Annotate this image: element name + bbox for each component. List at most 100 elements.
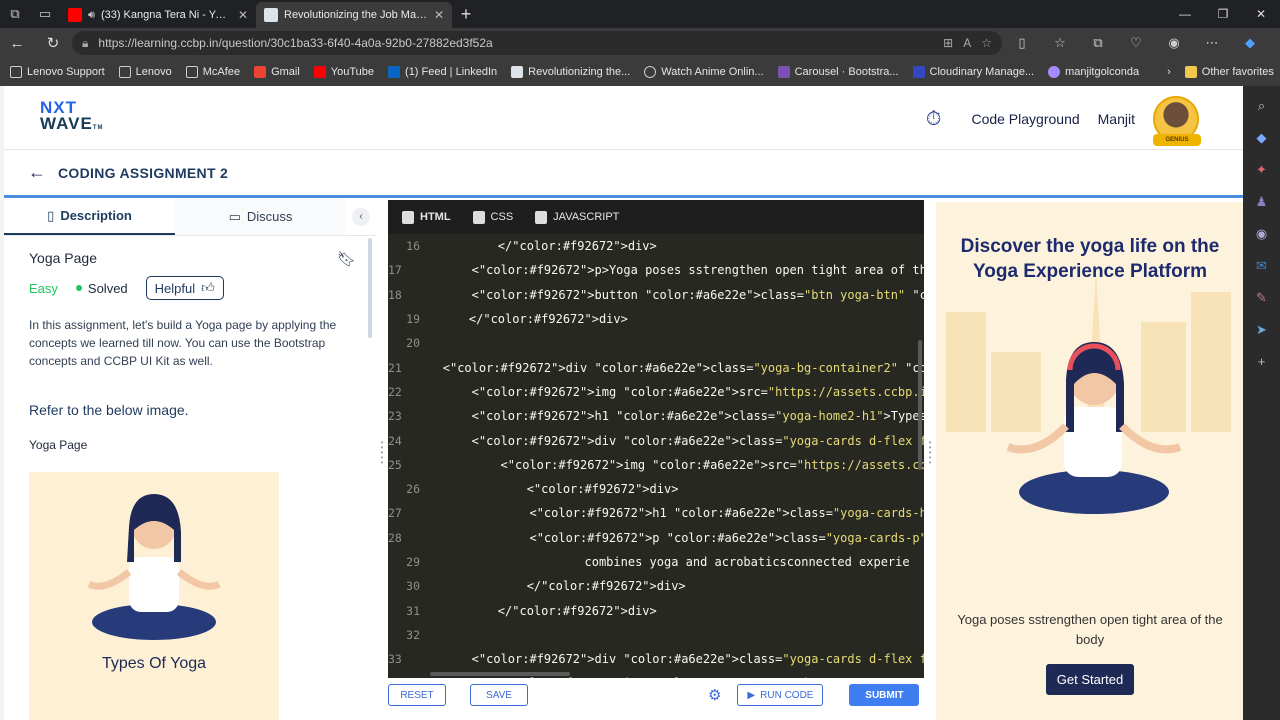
split-screen-icon[interactable]: ▯ — [1004, 35, 1040, 51]
bookmark-item[interactable]: Lenovo — [118, 66, 172, 78]
games-icon[interactable]: ♟ — [1256, 194, 1268, 210]
url-field[interactable]: 🔒︎ https://learning.ccbp.in/question/30c… — [72, 31, 1002, 55]
close-window-icon[interactable]: ✕ — [1242, 7, 1280, 21]
back-arrow-icon[interactable]: ← — [28, 162, 46, 183]
css3-icon — [472, 210, 485, 224]
designer-icon[interactable]: ✎ — [1256, 290, 1267, 306]
editor-vertical-scrollbar[interactable] — [918, 340, 922, 470]
code-line[interactable]: 29 combines yoga and acrobaticsconnected… — [388, 550, 924, 574]
code-line[interactable]: 33 <"color:#f92672">div "color:#a6e22e">… — [388, 647, 924, 671]
line-number: 26 — [406, 482, 420, 497]
code-line[interactable]: 25 <"color:#f92672">img "color:#a6e22e">… — [388, 453, 924, 477]
assignment-title: CODING ASSIGNMENT 2 — [58, 164, 229, 181]
outlook-icon[interactable]: ✉ — [1256, 258, 1267, 274]
code-line[interactable]: 20 — [388, 331, 924, 355]
code-line[interactable]: 30 </"color:#f92672">div> — [388, 574, 924, 598]
code-text: </"color:#f92672">div> — [440, 579, 686, 594]
code-line[interactable]: 18 <"color:#f92672">button "color:#a6e22… — [388, 283, 924, 307]
tab-javascript[interactable]: JAVASCRIPT — [535, 210, 619, 224]
tab-actions-icon[interactable]: ▭ — [30, 0, 60, 28]
app-icon[interactable]: ⊞ — [943, 36, 953, 50]
extensions-icon[interactable]: ♡ — [1118, 35, 1154, 51]
code-lines[interactable]: 16 </"color:#f92672">div> 17 <"color:#f92… — [388, 234, 924, 678]
code-line[interactable]: 26 <"color:#f92672">div> — [388, 477, 924, 501]
nxtwave-logo[interactable]: NXT WAVETM — [40, 99, 103, 136]
code-line[interactable]: 31 </"color:#f92672">div> — [388, 598, 924, 622]
back-icon[interactable]: ← — [0, 28, 34, 58]
tab-html[interactable]: HTML — [402, 210, 451, 224]
tab-css[interactable]: CSS — [472, 210, 513, 224]
close-icon[interactable]: ✕ — [434, 8, 444, 22]
youtube-icon — [313, 66, 326, 78]
code-line[interactable]: 22 <"color:#f92672">img "color:#a6e22e">… — [388, 380, 924, 404]
code-text: <"color:#f92672">button "color:#a6e22e">… — [413, 287, 924, 302]
code-playground-link[interactable]: Code Playground — [971, 111, 1079, 127]
bookmark-item[interactable]: Lenovo Support — [10, 66, 105, 78]
bookmark-item[interactable]: Cloudinary Manage... — [912, 66, 1034, 78]
bookmarks-overflow-icon[interactable]: › — [1167, 66, 1171, 78]
more-menu-icon[interactable]: ⋯ — [1194, 35, 1230, 51]
settings-icon[interactable]: ⚙ — [708, 686, 721, 704]
tab-description[interactable]: ▯ Description — [4, 198, 175, 235]
tab-discuss[interactable]: ▭ Discuss — [175, 198, 346, 235]
right-splitter-handle[interactable]: • • • • • — [928, 439, 932, 467]
collapse-panel-button[interactable]: ‹ — [352, 208, 370, 226]
close-icon[interactable]: ✕ — [238, 8, 248, 22]
code-text: <"color:#f92672">div "color:#a6e22e">cla… — [413, 433, 924, 448]
copilot-sidebar-icon[interactable]: ◉ — [1256, 226, 1267, 242]
browser-tab-active[interactable]: Revolutionizing the Job Market | ✕ — [256, 2, 452, 28]
browser-tab-youtube[interactable]: 🔊︎ (33) Kangna Tera Ni - YouTu ✕ — [60, 2, 256, 28]
document-icon: ▯ — [47, 207, 55, 223]
code-line[interactable]: 19 </"color:#f92672">div> — [388, 307, 924, 331]
bookmark-item[interactable]: Watch Anime Onlin... — [644, 66, 764, 78]
run-code-button[interactable]: ▶ RUN CODE — [737, 684, 824, 706]
copilot-icon[interactable]: ◆ — [1232, 35, 1268, 51]
code-line[interactable]: 16 </"color:#f92672">div> — [388, 234, 924, 258]
user-name[interactable]: Manjit — [1098, 111, 1135, 127]
bookmark-item[interactable]: McAfee — [185, 66, 240, 78]
code-line[interactable]: 21 <"color:#f92672">div "color:#a6e22e">… — [388, 355, 924, 379]
bookmark-item[interactable]: (1) Feed | LinkedIn — [388, 66, 497, 78]
favorite-star-icon[interactable]: ☆ — [981, 36, 992, 50]
bookmark-icon[interactable]: 🔖︎ — [337, 250, 356, 268]
search-icon[interactable]: ⌕ — [1258, 98, 1265, 114]
helpful-button[interactable]: Helpful 👍︎ — [145, 276, 224, 300]
save-button[interactable]: SAVE — [470, 684, 528, 706]
minimize-icon[interactable]: — — [1166, 7, 1204, 21]
code-line[interactable]: 24 <"color:#f92672">div "color:#a6e22e">… — [388, 428, 924, 452]
profile-icon[interactable]: ◉ — [1156, 35, 1192, 51]
refresh-icon[interactable]: ↻ — [36, 28, 70, 58]
code-editor[interactable]: HTML CSS JAVASCRIPT 16 </"color:#f92672"… — [388, 200, 924, 678]
code-line[interactable]: 23 <"color:#f92672">h1 "color:#a6e22e">c… — [388, 404, 924, 428]
code-line[interactable]: 28 <"color:#f92672">p "color:#a6e22e">cl… — [388, 526, 924, 550]
avatar[interactable]: GENIUS — [1153, 96, 1201, 146]
timer-icon[interactable]: ⏱ — [926, 108, 942, 131]
tools-icon[interactable]: ✦ — [1256, 162, 1267, 178]
maximize-icon[interactable]: ❐ — [1204, 7, 1242, 21]
audio-icon[interactable]: 🔊︎ — [88, 9, 95, 22]
code-line[interactable]: 32 — [388, 623, 924, 647]
code-line[interactable]: 27 <"color:#f92672">h1 "color:#a6e22e">c… — [388, 501, 924, 525]
bookmark-item[interactable]: Gmail — [254, 66, 300, 78]
reset-button[interactable]: RESET — [388, 684, 446, 706]
favorites-icon[interactable]: ☆ — [1042, 35, 1078, 51]
bookmark-item[interactable]: YouTube — [313, 66, 374, 78]
scrollbar[interactable] — [368, 238, 372, 338]
code-text: <"color:#f92672">p "color:#a6e22e">class… — [413, 530, 924, 545]
bookmark-item[interactable]: Revolutionizing the... — [511, 66, 630, 78]
editor-horizontal-scrollbar[interactable] — [430, 672, 570, 676]
shopping-icon[interactable]: ◆ — [1257, 130, 1267, 146]
get-started-button[interactable]: Get Started — [1046, 664, 1134, 695]
code-line[interactable]: 17 <"color:#f92672">p>Yoga poses sstreng… — [388, 258, 924, 282]
other-favorites[interactable]: Other favorites — [1184, 66, 1274, 78]
new-tab-button[interactable]: + — [452, 4, 480, 25]
add-icon[interactable]: + — [1258, 354, 1266, 369]
submit-button[interactable]: SUBMIT — [849, 684, 920, 706]
send-icon[interactable]: ➤ — [1256, 322, 1267, 338]
collections-icon[interactable]: ⧉ — [1080, 35, 1116, 51]
bookmark-item[interactable]: manjitgolconda — [1048, 66, 1139, 78]
read-aloud-icon[interactable]: A — [963, 36, 971, 50]
left-splitter-handle[interactable]: • • • • • — [380, 439, 384, 467]
bookmark-item[interactable]: Carousel · Bootstra... — [777, 66, 899, 78]
workspaces-icon[interactable]: ⧉ — [0, 0, 30, 28]
